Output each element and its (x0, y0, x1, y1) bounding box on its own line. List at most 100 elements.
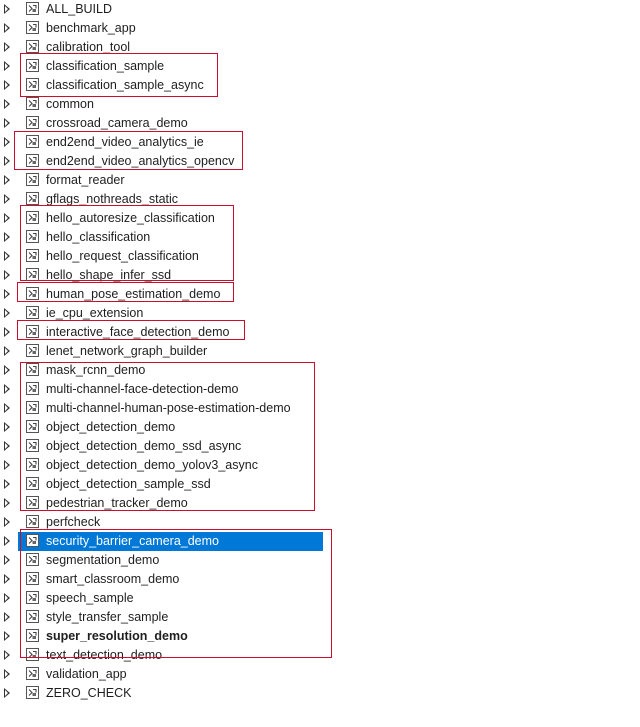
tree-item[interactable]: format_reader (0, 171, 640, 190)
tree-item[interactable]: segmentation_demo (0, 551, 640, 570)
vc-project-icon (26, 268, 39, 281)
tree-item[interactable]: object_detection_demo (0, 418, 640, 437)
vc-project-icon (26, 534, 39, 547)
chevron-right-icon[interactable] (4, 308, 10, 318)
vc-project-icon (26, 610, 39, 623)
chevron-right-icon[interactable] (4, 612, 10, 622)
tree-item[interactable]: lenet_network_graph_builder (0, 342, 640, 361)
chevron-right-icon[interactable] (4, 365, 10, 375)
tree-item[interactable]: object_detection_demo_ssd_async (0, 437, 640, 456)
tree-item[interactable]: crossroad_camera_demo (0, 114, 640, 133)
chevron-right-icon[interactable] (4, 175, 10, 185)
tree-item[interactable]: text_detection_demo (0, 646, 640, 665)
chevron-right-icon[interactable] (4, 213, 10, 223)
tree-item[interactable]: classification_sample (0, 57, 640, 76)
tree-item[interactable]: speech_sample (0, 589, 640, 608)
tree-item-label: interactive_face_detection_demo (46, 325, 230, 339)
tree-item[interactable]: gflags_nothreads_static (0, 190, 640, 209)
tree-item[interactable]: multi-channel-face-detection-demo (0, 380, 640, 399)
chevron-right-icon[interactable] (4, 61, 10, 71)
chevron-right-icon[interactable] (4, 403, 10, 413)
chevron-right-icon[interactable] (4, 346, 10, 356)
tree-item-label: object_detection_demo (46, 420, 176, 434)
tree-item[interactable]: smart_classroom_demo (0, 570, 640, 589)
tree-item[interactable]: object_detection_sample_ssd (0, 475, 640, 494)
chevron-right-icon[interactable] (4, 251, 10, 261)
chevron-right-icon[interactable] (4, 270, 10, 280)
tree-item[interactable]: perfcheck (0, 513, 640, 532)
chevron-right-icon[interactable] (4, 23, 10, 33)
tree-item[interactable]: hello_request_classification (0, 247, 640, 266)
chevron-right-icon[interactable] (4, 194, 10, 204)
chevron-right-icon[interactable] (4, 118, 10, 128)
chevron-right-icon[interactable] (4, 555, 10, 565)
vc-project-icon (26, 173, 39, 186)
vc-project-icon (26, 135, 39, 148)
vc-project-icon (26, 667, 39, 680)
tree-item[interactable]: end2end_video_analytics_ie (0, 133, 640, 152)
tree-item[interactable]: validation_app (0, 665, 640, 684)
tree-item-label: validation_app (46, 667, 127, 681)
chevron-right-icon[interactable] (4, 137, 10, 147)
vc-project-icon (26, 211, 39, 224)
tree-item[interactable]: pedestrian_tracker_demo (0, 494, 640, 513)
tree-item[interactable]: hello_classification (0, 228, 640, 247)
tree-item[interactable]: ALL_BUILD (0, 0, 640, 19)
chevron-right-icon[interactable] (4, 99, 10, 109)
vc-project-icon (26, 78, 39, 91)
tree-item[interactable]: hello_autoresize_classification (0, 209, 640, 228)
tree-item[interactable]: ie_cpu_extension (0, 304, 640, 323)
chevron-right-icon[interactable] (4, 232, 10, 242)
tree-item-label: segmentation_demo (46, 553, 160, 567)
tree-item-label: human_pose_estimation_demo (46, 287, 221, 301)
chevron-right-icon[interactable] (4, 460, 10, 470)
tree-item[interactable]: object_detection_demo_yolov3_async (0, 456, 640, 475)
tree-item[interactable]: multi-channel-human-pose-estimation-demo (0, 399, 640, 418)
chevron-right-icon[interactable] (4, 593, 10, 603)
vc-project-icon (26, 21, 39, 34)
chevron-right-icon[interactable] (4, 384, 10, 394)
tree-item[interactable]: common (0, 95, 640, 114)
vc-project-icon (26, 496, 39, 509)
chevron-right-icon[interactable] (4, 289, 10, 299)
chevron-right-icon[interactable] (4, 631, 10, 641)
chevron-right-icon[interactable] (4, 669, 10, 679)
chevron-right-icon[interactable] (4, 327, 10, 337)
tree-item[interactable]: mask_rcnn_demo (0, 361, 640, 380)
tree-item-label: end2end_video_analytics_ie (46, 135, 204, 149)
vc-project-icon (26, 40, 39, 53)
tree-item[interactable]: classification_sample_async (0, 76, 640, 95)
chevron-right-icon[interactable] (4, 422, 10, 432)
tree-item[interactable]: style_transfer_sample (0, 608, 640, 627)
chevron-right-icon[interactable] (4, 650, 10, 660)
tree-item[interactable]: security_barrier_camera_demo (0, 532, 640, 551)
chevron-right-icon[interactable] (4, 688, 10, 698)
chevron-right-icon[interactable] (4, 574, 10, 584)
tree-item-label: hello_autoresize_classification (46, 211, 215, 225)
tree-item[interactable]: super_resolution_demo (0, 627, 640, 646)
tree-item[interactable]: benchmark_app (0, 19, 640, 38)
chevron-right-icon[interactable] (4, 517, 10, 527)
tree-item[interactable]: interactive_face_detection_demo (0, 323, 640, 342)
chevron-right-icon[interactable] (4, 536, 10, 546)
chevron-right-icon[interactable] (4, 498, 10, 508)
tree-item[interactable]: human_pose_estimation_demo (0, 285, 640, 304)
tree-item[interactable]: end2end_video_analytics_opencv (0, 152, 640, 171)
vc-project-icon (26, 686, 39, 699)
tree-item-label: ie_cpu_extension (46, 306, 144, 320)
tree-item[interactable]: hello_shape_infer_ssd (0, 266, 640, 285)
vc-project-icon (26, 97, 39, 110)
chevron-right-icon[interactable] (4, 4, 10, 14)
vc-project-icon (26, 591, 39, 604)
tree-item-label: hello_classification (46, 230, 151, 244)
chevron-right-icon[interactable] (4, 80, 10, 90)
tree-item[interactable]: calibration_tool (0, 38, 640, 57)
vc-project-icon (26, 401, 39, 414)
chevron-right-icon[interactable] (4, 441, 10, 451)
tree-item-label: classification_sample_async (46, 78, 204, 92)
tree-item-label: security_barrier_camera_demo (46, 534, 219, 548)
chevron-right-icon[interactable] (4, 42, 10, 52)
tree-item[interactable]: ZERO_CHECK (0, 684, 640, 703)
chevron-right-icon[interactable] (4, 479, 10, 489)
chevron-right-icon[interactable] (4, 156, 10, 166)
